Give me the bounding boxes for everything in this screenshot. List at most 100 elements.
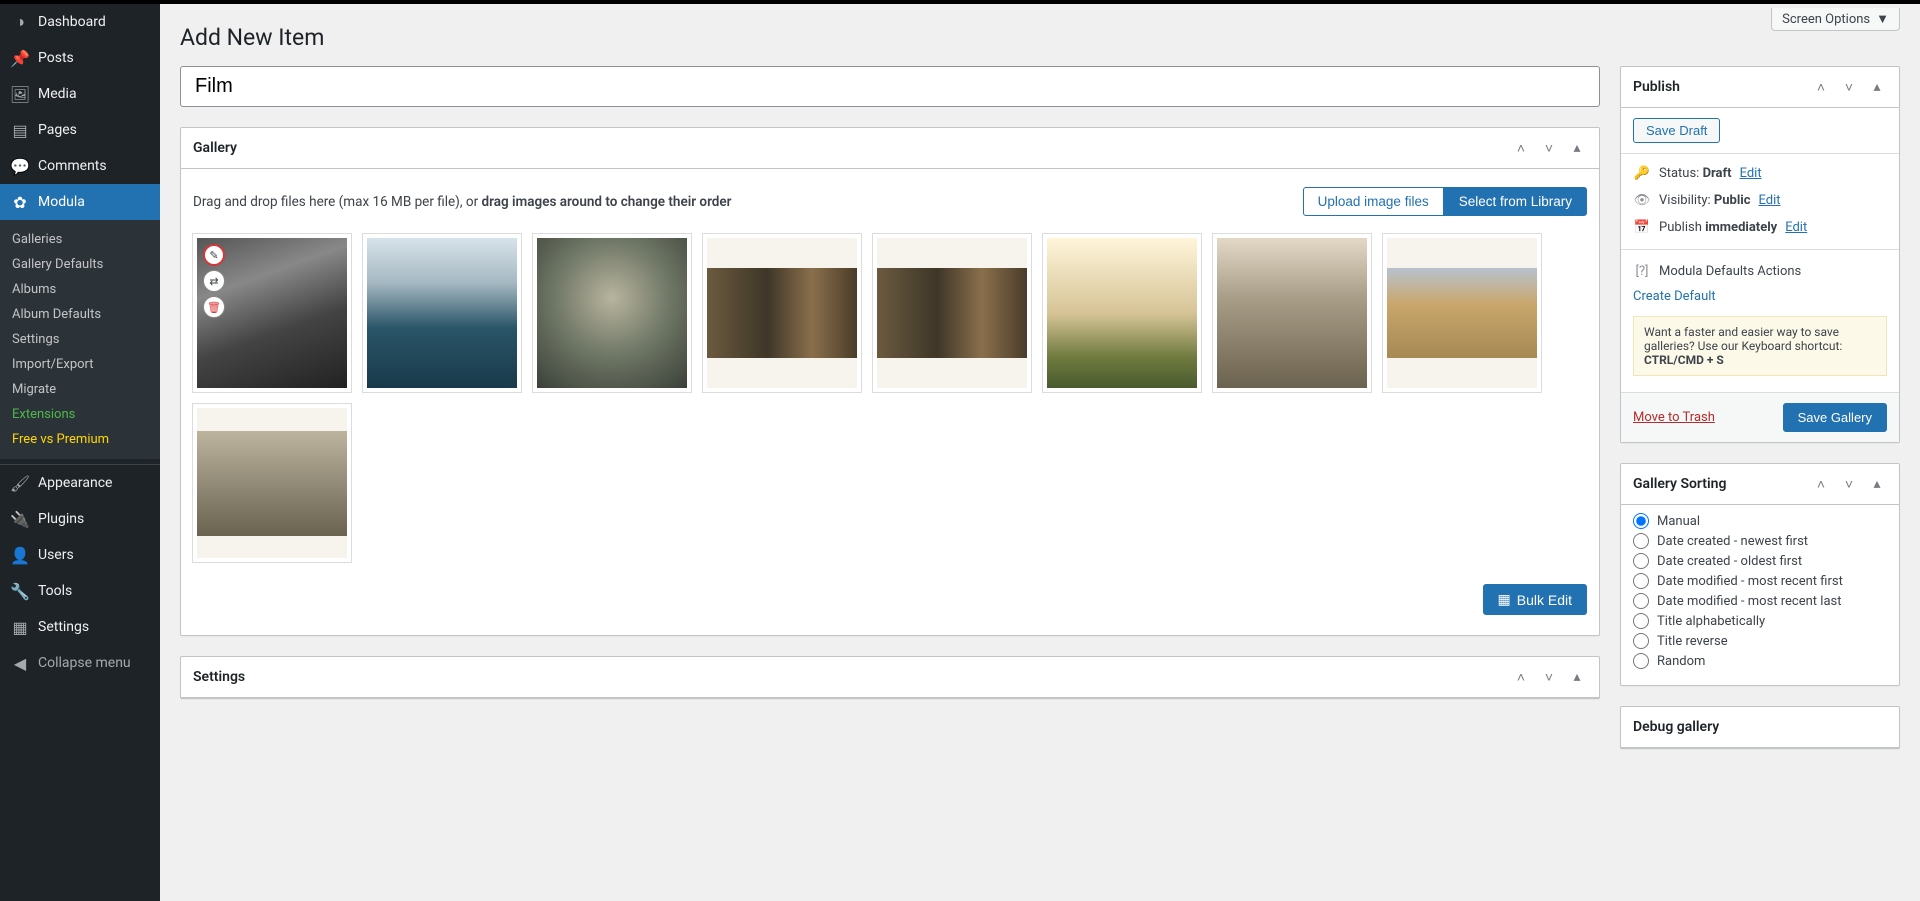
save-gallery-button[interactable]: Save Gallery (1783, 403, 1887, 432)
keyboard-shortcut-tip: Want a faster and easier way to save gal… (1633, 316, 1887, 376)
menu-label: Modula (38, 194, 85, 210)
sort-label: Title reverse (1657, 634, 1728, 649)
sort-option[interactable]: Manual (1633, 511, 1887, 531)
save-draft-button[interactable]: Save Draft (1633, 118, 1720, 143)
nav-tools[interactable]: 🔧Tools (0, 573, 160, 609)
sort-option[interactable]: Random (1633, 651, 1887, 671)
gallery-item[interactable] (703, 234, 861, 392)
subnav-item[interactable]: Import/Export (0, 352, 160, 377)
sort-radio[interactable] (1633, 633, 1649, 649)
screen-options-toggle[interactable]: Screen Options ▼ (1771, 8, 1900, 31)
move-up-icon[interactable]: ˄ (1807, 73, 1835, 101)
move-up-icon[interactable]: ˄ (1507, 134, 1535, 162)
move-down-icon[interactable]: ˅ (1835, 470, 1863, 498)
gallery-item[interactable] (873, 234, 1031, 392)
create-default-link[interactable]: Create Default (1633, 285, 1887, 306)
sort-option[interactable]: Title reverse (1633, 631, 1887, 651)
sort-label: Date modified - most recent first (1657, 574, 1843, 589)
gallery-item[interactable] (533, 234, 691, 392)
toggle-panel-icon[interactable]: ▴ (1563, 663, 1591, 691)
nav-dashboard[interactable]: ◑Dashboard (0, 4, 160, 40)
gallery-heading: Gallery (181, 128, 249, 168)
gallery-item[interactable] (1383, 234, 1541, 392)
menu-label: Settings (38, 619, 89, 635)
sort-label: Date created - newest first (1657, 534, 1808, 549)
edit-status-link[interactable]: Edit (1740, 166, 1762, 181)
subnav-item[interactable]: Albums (0, 277, 160, 302)
sort-label: Date modified - most recent last (1657, 594, 1841, 609)
settings-heading: Settings (181, 657, 257, 697)
upload-image-files-button[interactable]: Upload image files (1303, 187, 1444, 216)
subnav-item[interactable]: Album Defaults (0, 302, 160, 327)
nav-comments[interactable]: 💬Comments (0, 148, 160, 184)
subnav-item[interactable]: Migrate (0, 377, 160, 402)
move-down-icon[interactable]: ˅ (1535, 134, 1563, 162)
move-up-icon[interactable]: ˄ (1507, 663, 1535, 691)
gallery-item[interactable] (193, 404, 351, 562)
edit-schedule-link[interactable]: Edit (1785, 220, 1807, 235)
sorting-heading: Gallery Sorting (1621, 464, 1738, 504)
key-icon: 🔑 (1633, 166, 1651, 181)
sort-option[interactable]: Date created - oldest first (1633, 551, 1887, 571)
subnav-item[interactable]: Extensions (0, 402, 160, 427)
post-title-input[interactable] (180, 66, 1600, 107)
menu-label: Media (38, 86, 77, 102)
collapse-label: Collapse menu (38, 655, 131, 671)
menu-label: Dashboard (38, 14, 106, 30)
sort-radio[interactable] (1633, 553, 1649, 569)
collapse-icon: ◀ (10, 653, 30, 673)
subnav-item[interactable]: Free vs Premium (0, 427, 160, 452)
nav-settings[interactable]: ▦Settings (0, 609, 160, 645)
sort-radio[interactable] (1633, 513, 1649, 529)
sort-radio[interactable] (1633, 653, 1649, 669)
move-down-icon[interactable]: ˅ (1535, 663, 1563, 691)
gallery-item[interactable] (1213, 234, 1371, 392)
move-up-icon[interactable]: ˄ (1807, 470, 1835, 498)
sort-option[interactable]: Date modified - most recent last (1633, 591, 1887, 611)
sort-radio[interactable] (1633, 573, 1649, 589)
subnav-item[interactable]: Settings (0, 327, 160, 352)
sort-label: Title alphabetically (1657, 614, 1765, 629)
menu-icon: 🔌 (10, 509, 30, 529)
sort-option[interactable]: Date modified - most recent first (1633, 571, 1887, 591)
menu-icon: 👤 (10, 545, 30, 565)
sort-radio[interactable] (1633, 613, 1649, 629)
sorting-options: Manual Date created - newest first Date cr… (1621, 505, 1899, 685)
bulk-edit-button[interactable]: ▦ Bulk Edit (1483, 584, 1587, 615)
sort-label: Date created - oldest first (1657, 554, 1802, 569)
move-down-icon[interactable]: ˅ (1835, 73, 1863, 101)
gallery-item[interactable] (363, 234, 521, 392)
shuffle-image-icon[interactable]: ⇄ (203, 270, 225, 292)
subnav-item[interactable]: Galleries (0, 227, 160, 252)
nav-posts[interactable]: 📌Posts (0, 40, 160, 76)
nav-users[interactable]: 👤Users (0, 537, 160, 573)
gallery-item[interactable] (1043, 234, 1201, 392)
delete-image-icon[interactable]: 🗑 (203, 296, 225, 318)
toggle-panel-icon[interactable]: ▴ (1863, 73, 1891, 101)
gallery-thumbnails[interactable]: ✎ ⇄ 🗑 (181, 234, 1599, 574)
subnav-item[interactable]: Gallery Defaults (0, 252, 160, 277)
toggle-panel-icon[interactable]: ▴ (1863, 470, 1891, 498)
calendar-icon: 📅 (1633, 220, 1651, 235)
nav-plugins[interactable]: 🔌Plugins (0, 501, 160, 537)
nav-appearance[interactable]: 🖌Appearance (0, 465, 160, 501)
collapse-menu[interactable]: ◀ Collapse menu (0, 645, 160, 681)
toggle-panel-icon[interactable]: ▴ (1563, 134, 1591, 162)
select-from-library-button[interactable]: Select from Library (1444, 187, 1587, 216)
sort-radio[interactable] (1633, 533, 1649, 549)
defaults-actions-row: [?] Modula Defaults Actions (1633, 258, 1887, 285)
nav-pages[interactable]: ▤Pages (0, 112, 160, 148)
schedule-row: 📅 Publish immediately Edit (1633, 214, 1887, 241)
menu-icon: 🖼 (10, 84, 30, 104)
eye-icon: 👁 (1633, 193, 1651, 208)
sort-radio[interactable] (1633, 593, 1649, 609)
nav-modula[interactable]: ✿Modula (0, 184, 160, 220)
edit-image-icon[interactable]: ✎ (203, 244, 225, 266)
debug-heading: Debug gallery (1621, 707, 1731, 747)
nav-media[interactable]: 🖼 Media (0, 76, 160, 112)
sort-option[interactable]: Title alphabetically (1633, 611, 1887, 631)
edit-visibility-link[interactable]: Edit (1759, 193, 1781, 208)
gallery-item[interactable]: ✎ ⇄ 🗑 (193, 234, 351, 392)
move-to-trash-link[interactable]: Move to Trash (1633, 410, 1715, 425)
sort-option[interactable]: Date created - newest first (1633, 531, 1887, 551)
